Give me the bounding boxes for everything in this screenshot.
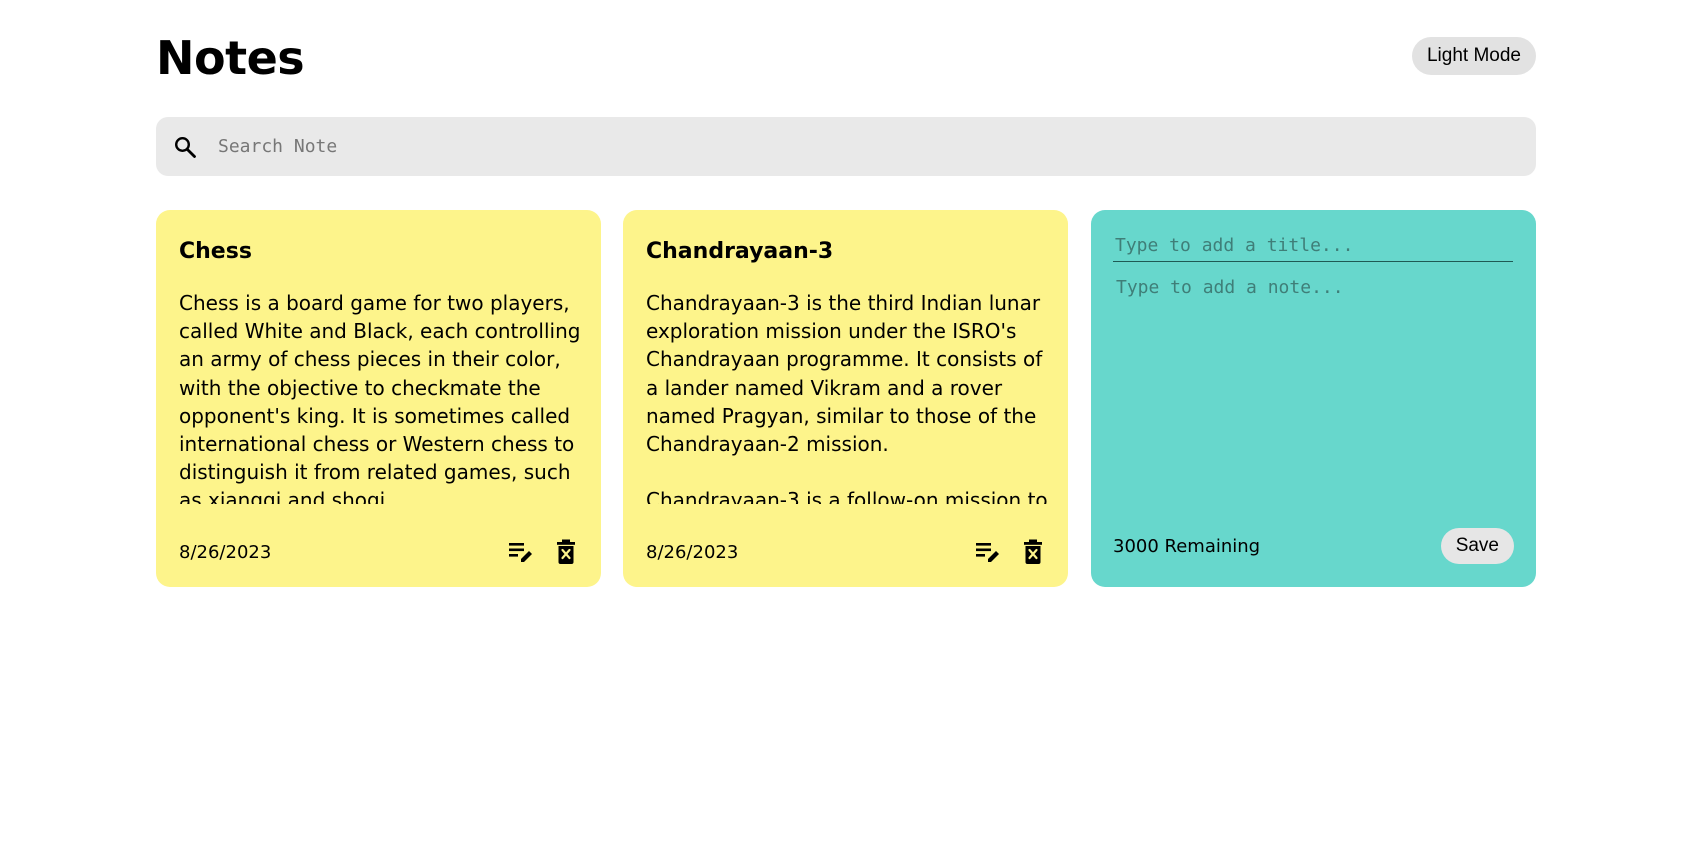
note-date: 8/26/2023 <box>179 541 272 563</box>
search-input[interactable] <box>216 135 1536 158</box>
save-button[interactable]: Save <box>1440 528 1514 564</box>
page-title: Notes <box>156 31 305 85</box>
note-footer: 8/26/2023 <box>179 537 579 567</box>
note-body: Chandrayaan-3 is the third Indian lunar … <box>646 291 1048 504</box>
new-note-body-input[interactable] <box>1113 274 1513 514</box>
note-card: Chandrayaan-3 Chandrayaan-3 is the third… <box>623 210 1068 587</box>
delete-icon[interactable] <box>1019 539 1046 566</box>
new-note-card: 3000 Remaining Save <box>1091 210 1536 587</box>
notes-list: Chess Chess is a board game for two play… <box>156 210 1536 587</box>
note-date: 8/26/2023 <box>646 541 739 563</box>
edit-note-icon[interactable] <box>507 539 534 566</box>
note-title: Chandrayaan-3 <box>646 239 834 264</box>
new-note-footer: 3000 Remaining Save <box>1113 528 1514 564</box>
delete-icon[interactable] <box>552 539 579 566</box>
edit-note-icon[interactable] <box>974 539 1001 566</box>
characters-remaining: 3000 Remaining <box>1113 535 1261 557</box>
toggle-mode-button[interactable]: Light Mode <box>1411 37 1536 75</box>
search-bar[interactable] <box>156 117 1536 176</box>
note-footer: 8/26/2023 <box>646 537 1046 567</box>
note-actions <box>507 539 579 566</box>
note-card: Chess Chess is a board game for two play… <box>156 210 601 587</box>
search-icon <box>172 134 198 160</box>
new-note-title-input[interactable] <box>1113 230 1513 262</box>
app-container: Notes Light Mode Chess Chess is a board … <box>156 0 1536 587</box>
note-body: Chess is a board game for two players, c… <box>179 291 581 504</box>
header: Notes Light Mode <box>156 0 1536 117</box>
note-actions <box>974 539 1046 566</box>
note-title: Chess <box>179 239 252 264</box>
